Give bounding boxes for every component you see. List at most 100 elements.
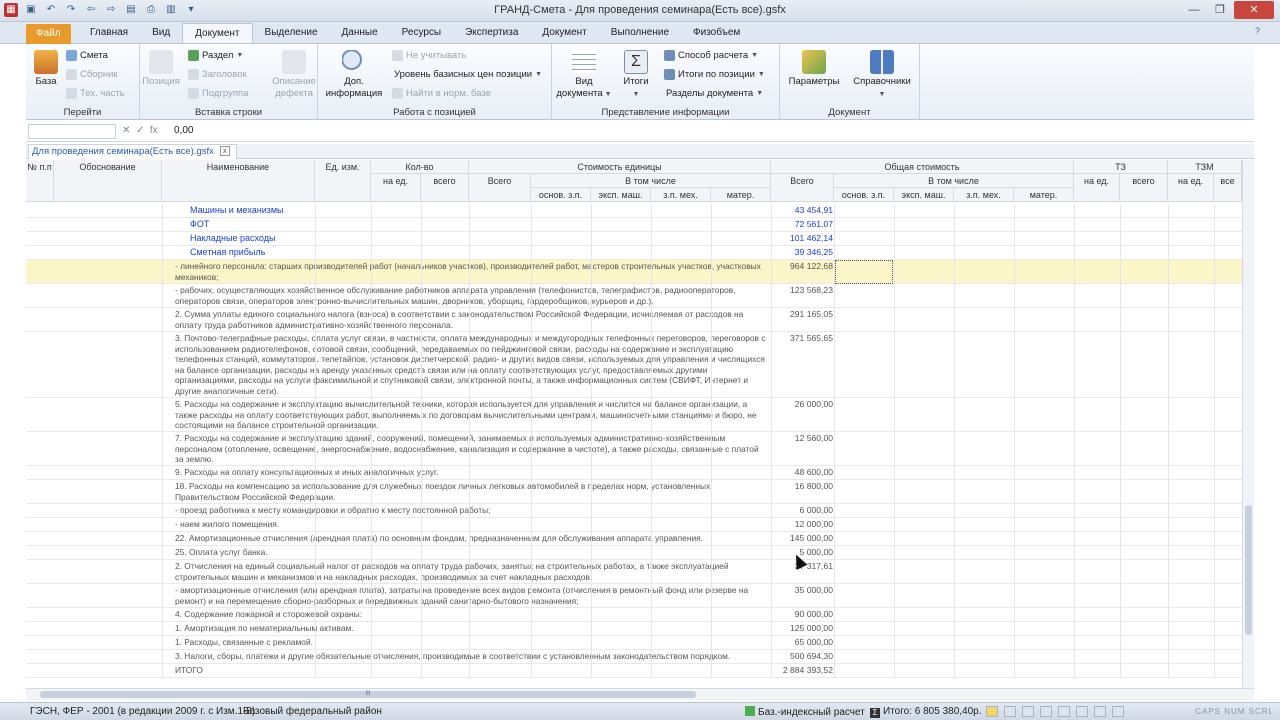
tab-resources[interactable]: Ресурсы xyxy=(390,23,453,43)
status-icon-2[interactable] xyxy=(1004,706,1016,717)
function-icon[interactable]: fx xyxy=(150,125,158,136)
row-total[interactable]: 964 122,68 xyxy=(771,260,833,271)
tab-document[interactable]: Документ xyxy=(182,23,253,43)
row-name[interactable]: - амортизационные отчисления (или арендн… xyxy=(173,584,769,608)
document-tab[interactable]: Для проведения семинара(Есть все).gsfx x xyxy=(28,144,237,159)
row-name[interactable]: ФОТ xyxy=(188,218,784,232)
row-name[interactable]: 3. Почтово-телеграфные расходы, оплата у… xyxy=(173,332,769,398)
row-name[interactable]: ИТОГО xyxy=(173,664,769,678)
status-total[interactable]: Σ Итого: 6 805 380,40р. xyxy=(870,706,982,718)
tab-file[interactable]: Файл xyxy=(26,24,71,44)
table-row[interactable]: Накладные расходы 101 462,14 xyxy=(26,232,1242,246)
row-total[interactable]: 16 800,00 xyxy=(771,480,833,491)
close-button[interactable]: ✕ xyxy=(1234,1,1274,19)
subgroup-button[interactable]: Подгруппа xyxy=(188,88,248,99)
row-total[interactable]: 35 000,00 xyxy=(771,584,833,595)
additional-info-button[interactable]: Доп. информация xyxy=(322,50,386,100)
col-labor-per-unit[interactable]: на ед. xyxy=(1074,174,1120,202)
col-machinist-per-unit[interactable]: на ед. xyxy=(1168,174,1214,202)
table-row[interactable]: 3. Почтово-телеграфные расходы, оплата у… xyxy=(26,332,1242,398)
row-name[interactable]: - рабочих, осуществляющих хозяйственное … xyxy=(173,284,769,308)
row-total[interactable]: 12 000,00 xyxy=(771,518,833,529)
status-icon-5[interactable] xyxy=(1058,706,1070,717)
col-unit-base-wage[interactable]: основ. з.п. xyxy=(531,188,591,202)
tech-part-button[interactable]: Тех. часть xyxy=(66,88,125,99)
row-total[interactable]: 101 462,14 xyxy=(771,232,833,243)
position-button[interactable]: Позиция xyxy=(142,50,180,88)
row-name[interactable]: Сметная прибыль xyxy=(188,246,784,260)
status-icon-6[interactable] xyxy=(1076,706,1088,717)
row-name[interactable]: Машины и механизмы xyxy=(188,204,784,218)
cell-name-box[interactable] xyxy=(28,124,116,139)
horizontal-scrollbar[interactable]: III xyxy=(26,688,1254,700)
col-number[interactable]: № п.п xyxy=(26,160,54,202)
col-unit-mech-wage[interactable]: з.п. мех. xyxy=(651,188,711,202)
document-sections-dropdown[interactable]: Разделы документа ▼ xyxy=(666,88,763,99)
row-total[interactable]: 6 000,00 xyxy=(771,504,833,515)
row-total[interactable]: 90 000,00 xyxy=(771,608,833,619)
status-icon-8[interactable] xyxy=(1112,706,1124,717)
table-row[interactable]: 1. Амортизация по нематериальным активам… xyxy=(26,622,1242,636)
selected-cell[interactable] xyxy=(835,260,893,284)
vertical-scrollbar[interactable] xyxy=(1242,160,1254,688)
row-name[interactable]: 2. Сумма уплаты единого социального нало… xyxy=(173,308,769,332)
close-tab-icon[interactable]: x xyxy=(219,146,230,156)
table-row[interactable]: 25. Оплата услуг банка. 5 000,00 xyxy=(26,546,1242,560)
table-row[interactable]: Машины и механизмы 43 454,91 xyxy=(26,204,1242,218)
table-row[interactable]: ИТОГО 2 884 393,52 xyxy=(26,664,1242,678)
row-total[interactable]: 145 000,00 xyxy=(771,532,833,543)
tab-selection[interactable]: Выделение xyxy=(253,23,330,43)
col-name[interactable]: Наименование xyxy=(162,160,315,202)
row-name[interactable]: 3. Налоги, сборы, платежи и другие обяза… xyxy=(173,650,769,664)
col-total-materials[interactable]: матер. xyxy=(1014,188,1074,202)
section-button[interactable]: Раздел ▼ xyxy=(188,50,243,61)
table-row[interactable]: 7. Расходы на содержание и эксплуатацию … xyxy=(26,432,1242,466)
row-total[interactable]: 123 568,23 xyxy=(771,284,833,295)
col-machinist-total[interactable]: все xyxy=(1214,174,1242,202)
table-row[interactable]: - наем жилого помещения. 12 000,00 xyxy=(26,518,1242,532)
totals-button[interactable]: Σ Итоги ▼ xyxy=(616,50,656,101)
row-name[interactable]: 18. Расходы на компенсацию за использова… xyxy=(173,480,769,504)
table-row[interactable]: 1. Расходы, связанные с рекламой. 65 000,… xyxy=(26,636,1242,650)
row-name[interactable]: 22. Амортизационные отчисления (арендная… xyxy=(173,532,769,546)
row-total[interactable]: 371 565,65 xyxy=(771,332,833,343)
row-total[interactable]: 48 600,00 xyxy=(771,466,833,477)
sbornik-button[interactable]: Сборник xyxy=(66,69,118,80)
tab-expertise[interactable]: Экспертиза xyxy=(453,23,530,43)
document-view-button[interactable]: Вид документа ▼ xyxy=(556,50,612,101)
row-name[interactable]: 9. Расходы на оплату консультационных и … xyxy=(173,466,769,480)
col-qty-total[interactable]: всего xyxy=(421,174,469,202)
col-unit[interactable]: Ед. изм. xyxy=(315,160,371,202)
defect-description-button[interactable]: Описание дефекта xyxy=(272,50,316,100)
tab-home[interactable]: Главная xyxy=(78,23,140,43)
table-row[interactable]: Сметная прибыль 39 346,25 xyxy=(26,246,1242,260)
table-row[interactable]: - проезд работника к месту командировки … xyxy=(26,504,1242,518)
col-justification[interactable]: Обоснование xyxy=(54,160,162,202)
col-total-cost-total[interactable]: Всего xyxy=(771,174,834,202)
row-total[interactable]: 500 694,30 xyxy=(771,650,833,661)
row-name[interactable]: 25. Оплата услуг банка. xyxy=(173,546,769,560)
ignore-button[interactable]: Не учитывать xyxy=(392,50,466,61)
table-row[interactable]: - амортизационные отчисления (или арендн… xyxy=(26,584,1242,608)
horizontal-scroll-thumb[interactable]: III xyxy=(40,691,696,698)
status-icon-4[interactable] xyxy=(1040,706,1052,717)
status-icon-1[interactable] xyxy=(986,706,998,717)
tab-view[interactable]: Вид xyxy=(140,23,182,43)
reference-books-button[interactable]: Справочники ▼ xyxy=(850,50,914,101)
col-labor[interactable]: ТЗ xyxy=(1074,160,1168,174)
status-calc-mode[interactable]: Баз.-индексный расчет xyxy=(745,706,865,718)
row-name[interactable]: - линейного персонала: старших производи… xyxy=(173,260,769,284)
calc-method-dropdown[interactable]: Способ расчета ▼ xyxy=(664,50,758,61)
table-row[interactable]: - линейного персонала: старших производи… xyxy=(26,260,1242,284)
parameters-button[interactable]: Параметры xyxy=(786,50,842,88)
table-row[interactable]: 9. Расходы на оплату консультационных и … xyxy=(26,466,1242,480)
row-total[interactable]: 65 000,00 xyxy=(771,636,833,647)
col-quantity[interactable]: Кол-во xyxy=(371,160,469,174)
col-total-cost[interactable]: Общая стоимость xyxy=(771,160,1074,174)
col-unit-incl[interactable]: В том числе xyxy=(531,174,771,188)
row-name[interactable]: - наем жилого помещения. xyxy=(173,518,769,532)
status-icon-3[interactable] xyxy=(1022,706,1034,717)
table-row[interactable]: 3. Налоги, сборы, платежи и другие обяза… xyxy=(26,650,1242,664)
col-machinist-labor[interactable]: ТЗМ xyxy=(1168,160,1242,174)
col-total-mech-wage[interactable]: з.п. мех. xyxy=(954,188,1014,202)
